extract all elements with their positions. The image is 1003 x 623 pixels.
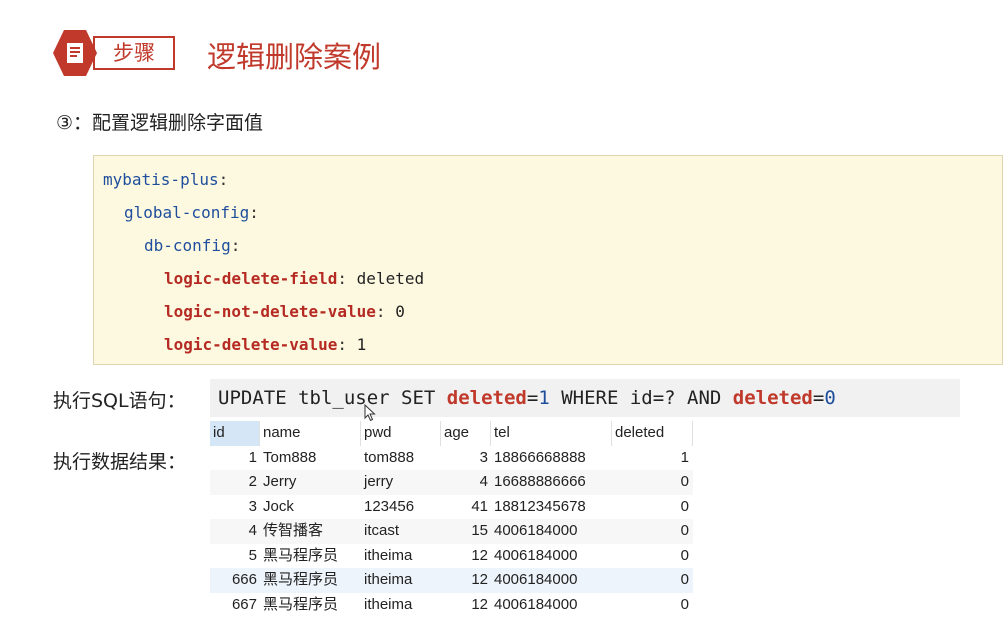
table-row[interactable]: 1 Tom888 tom888 3 18866668888 1 [210, 446, 693, 471]
cell-deleted: 0 [680, 473, 689, 490]
cell-tel: 18866668888 [494, 448, 586, 466]
cell-name: 黑马程序员 [263, 571, 339, 588]
cell-tel: 4006184000 [494, 546, 578, 564]
yaml-key: db-config [144, 236, 231, 255]
cell-deleted: 0 [680, 595, 689, 613]
cell-id: 1 [248, 448, 257, 466]
column-header[interactable]: name [260, 421, 361, 446]
yaml-colon: : [218, 170, 229, 189]
cell-id: 666 [231, 571, 257, 588]
column-header[interactable]: deleted [612, 421, 693, 446]
sql-statement: UPDATE tbl_user SET deleted=1 WHERE id=?… [210, 379, 960, 417]
yaml-value: 1 [356, 335, 367, 354]
cell-id: 667 [231, 595, 257, 613]
yaml-value: deleted [356, 269, 425, 288]
code-line-3: db-config: [144, 236, 240, 255]
yaml-key: mybatis-plus [103, 170, 219, 189]
cell-age: 12 [471, 595, 488, 613]
cell-name: Jerry [263, 473, 297, 490]
sql-keyword-deleted: deleted [732, 387, 813, 409]
column-header[interactable]: tel [491, 421, 612, 446]
yaml-key: global-config [124, 203, 250, 222]
cell-age: 41 [471, 497, 488, 515]
cell-pwd: itcast [364, 522, 400, 539]
cell-name: 传智播客 [263, 522, 324, 539]
table-row[interactable]: 666 黑马程序员 itheima 12 4006184000 0 [210, 568, 693, 593]
yaml-key: logic-delete-value [164, 335, 338, 354]
result-table: id name pwd age tel deleted 1 Tom888 tom… [210, 421, 693, 617]
table-row[interactable]: 667 黑马程序员 itheima 12 4006184000 0 [210, 593, 693, 618]
sql-text: = [812, 387, 825, 409]
code-line-2: global-config: [124, 203, 259, 222]
cell-pwd: tom888 [364, 448, 415, 466]
cell-name: 黑马程序员 [263, 546, 339, 564]
table-header-row: id name pwd age tel deleted [210, 421, 693, 446]
cell-age: 4 [479, 473, 488, 490]
cell-id: 4 [248, 522, 257, 539]
cell-name: Tom888 [263, 448, 317, 466]
cell-deleted: 0 [680, 497, 689, 515]
cell-tel: 4006184000 [494, 595, 578, 613]
cell-id: 3 [248, 497, 257, 515]
cell-deleted: 0 [680, 571, 689, 588]
column-header[interactable]: age [441, 421, 491, 446]
yaml-colon: : [337, 335, 348, 354]
cell-pwd: 123456 [364, 497, 415, 515]
cell-tel: 4006184000 [494, 571, 578, 588]
cell-name: Jock [263, 497, 294, 515]
yaml-colon: : [249, 203, 259, 222]
sql-number: 0 [824, 387, 836, 409]
cell-tel: 4006184000 [494, 522, 578, 539]
table-row[interactable]: 5 黑马程序员 itheima 12 4006184000 0 [210, 544, 693, 569]
yaml-value: 0 [395, 302, 405, 321]
cell-id: 5 [248, 546, 257, 564]
step-label: 步骤 [93, 36, 175, 70]
mouse-cursor-icon [364, 404, 376, 422]
yaml-key: logic-not-delete-value [164, 302, 376, 321]
cell-id: 2 [248, 473, 257, 490]
column-header[interactable]: id [210, 421, 260, 446]
yaml-key: logic-delete-field [164, 269, 338, 288]
document-icon [67, 43, 83, 63]
cell-name: 黑马程序员 [263, 595, 339, 613]
cell-deleted: 0 [680, 522, 689, 539]
cell-age: 12 [471, 546, 488, 564]
cell-pwd: jerry [364, 473, 394, 490]
step-subtitle: ③：配置逻辑删除字面值 [56, 112, 264, 134]
yaml-colon: : [337, 269, 348, 288]
cell-deleted: 0 [680, 546, 689, 564]
page-title: 逻辑删除案例 [207, 40, 382, 74]
sql-label: 执行SQL语句： [53, 390, 186, 412]
cell-tel: 16688886666 [494, 473, 586, 490]
cell-age: 12 [471, 571, 488, 588]
cell-age: 15 [471, 522, 488, 539]
code-line-5: logic-not-delete-value: 0 [164, 302, 405, 321]
yaml-code-block: mybatis-plus: global-config: db-config: … [93, 155, 1003, 365]
code-line-1: mybatis-plus: [103, 170, 228, 189]
sql-text: UPDATE tbl_user SET [218, 387, 447, 409]
table-row[interactable]: 4 传智播客 itcast 15 4006184000 0 [210, 519, 693, 544]
cell-age: 3 [479, 448, 488, 466]
table-row[interactable]: 2 Jerry jerry 4 16688886666 0 [210, 470, 693, 495]
cell-tel: 18812345678 [494, 497, 586, 515]
cell-pwd: itheima [364, 595, 413, 613]
result-label: 执行数据结果： [53, 451, 187, 473]
table-row[interactable]: 3 Jock 123456 41 18812345678 0 [210, 495, 693, 520]
cell-pwd: itheima [364, 546, 413, 564]
cell-pwd: itheima [364, 571, 413, 588]
code-line-6: logic-delete-value: 1 [164, 335, 366, 354]
sql-text: = [526, 387, 539, 409]
code-line-4: logic-delete-field: deleted [164, 269, 424, 288]
column-header[interactable]: pwd [361, 421, 441, 446]
cell-deleted: 1 [680, 448, 689, 466]
sql-number: 1 [538, 387, 550, 409]
yaml-colon: : [375, 302, 386, 321]
sql-keyword-deleted: deleted [446, 387, 527, 409]
yaml-colon: : [230, 236, 241, 255]
sql-text: WHERE id=? AND [549, 387, 733, 409]
